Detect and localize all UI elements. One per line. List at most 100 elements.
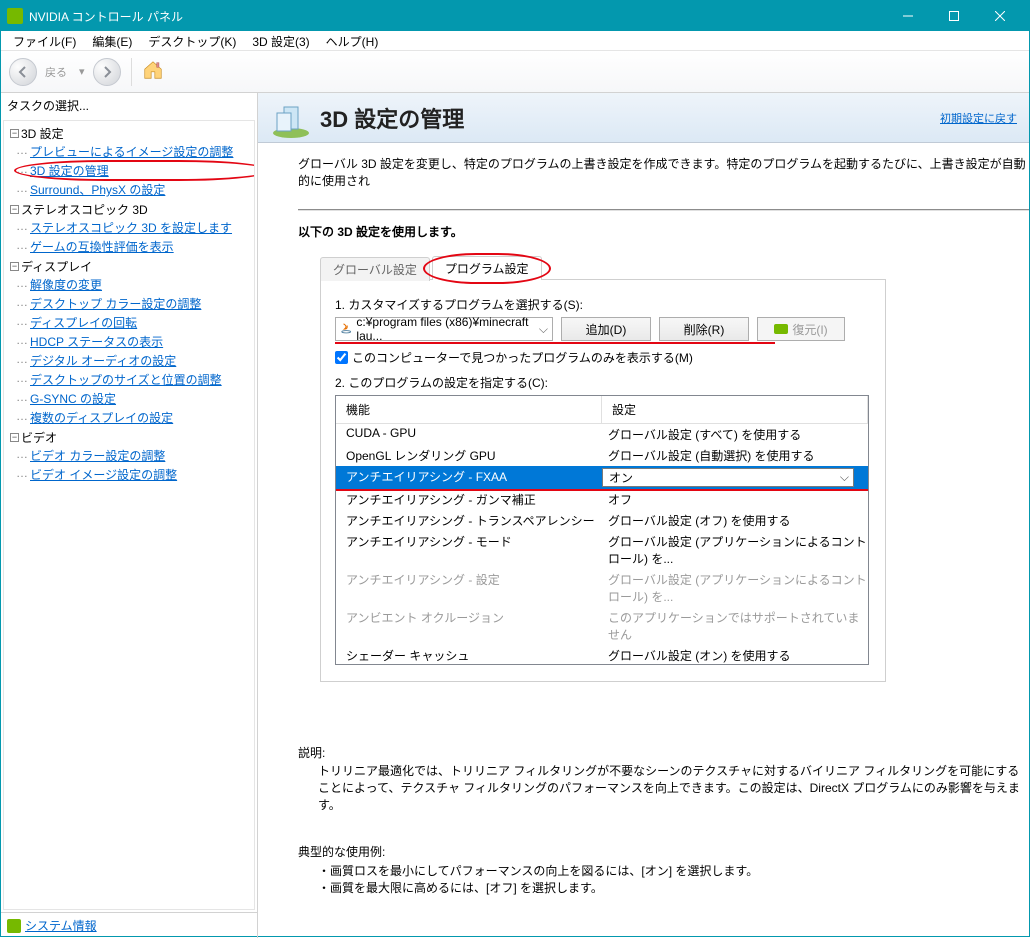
- menu-file[interactable]: ファイル(F): [5, 31, 84, 50]
- show-found-only-input[interactable]: [335, 351, 348, 364]
- feature-cell: アンチエイリアシング - モード: [336, 533, 602, 567]
- tree-link[interactable]: ステレオスコピック 3D を設定します: [30, 218, 252, 237]
- table-row[interactable]: アンチエイリアシング - モードグローバル設定 (アプリケーションによるコントロ…: [336, 531, 868, 569]
- home-button[interactable]: [142, 59, 164, 84]
- setting-cell: グローバル設定 (自動選択) を使用する: [602, 447, 868, 464]
- program-path: c:¥program files (x86)¥minecraft lau...: [356, 315, 534, 343]
- table-row[interactable]: アンビエント オクルージョンこのアプリケーションではサポートされていません: [336, 607, 868, 645]
- feature-cell: アンチエイリアシング - ガンマ補正: [336, 491, 602, 508]
- setting-cell: オフ: [602, 491, 868, 508]
- feature-cell: アンチエイリアシング - トランスペアレンシー: [336, 512, 602, 529]
- nav-divider: [131, 58, 132, 86]
- chevron-down-icon: ⌵: [539, 322, 548, 337]
- feature-cell: アンチエイリアシング - 設定: [336, 571, 602, 605]
- menubar: ファイル(F) 編集(E) デスクトップ(K) 3D 設定(3) ヘルプ(H): [1, 31, 1029, 51]
- setting-cell: グローバル設定 (アプリケーションによるコントロール) を...: [602, 533, 868, 567]
- tree-category[interactable]: −ビデオ: [10, 429, 252, 446]
- minimize-button[interactable]: [885, 1, 931, 31]
- sidebar-footer: システム情報: [1, 912, 257, 938]
- page-icon: [270, 97, 312, 139]
- content: 3D 設定の管理 初期設定に戻す グローバル 3D 設定を変更し、特定のプログラ…: [258, 93, 1029, 938]
- remove-button[interactable]: 削除(R): [659, 317, 749, 341]
- close-button[interactable]: [977, 1, 1023, 31]
- tree-category[interactable]: −ステレオスコピック 3D: [10, 201, 252, 218]
- setting-cell: グローバル設定 (オフ) を使用する: [602, 512, 868, 529]
- tree-link[interactable]: ビデオ イメージ設定の調整: [30, 465, 252, 484]
- collapse-icon[interactable]: −: [10, 205, 19, 214]
- tree-link[interactable]: 複数のディスプレイの設定: [30, 408, 252, 427]
- collapse-icon[interactable]: −: [10, 262, 19, 271]
- setting-cell[interactable]: オン⌵: [602, 468, 854, 487]
- desc-text: トリリニア最適化では、トリリニア フィルタリングが不要なシーンのテクスチャに対す…: [298, 763, 1029, 813]
- table-row[interactable]: OpenGL レンダリング GPUグローバル設定 (自動選択) を使用する: [336, 445, 868, 466]
- task-select-label: タスクの選択...: [1, 93, 257, 118]
- back-dropdown[interactable]: ▾: [79, 65, 85, 78]
- nvidia-icon: [774, 324, 788, 334]
- highlight-underline: [335, 342, 775, 344]
- table-row[interactable]: アンチエイリアシング - トランスペアレンシーグローバル設定 (オフ) を使用す…: [336, 510, 868, 531]
- usage-heading: 典型的な使用例:: [298, 843, 1029, 860]
- restore-defaults-link[interactable]: 初期設定に戻す: [940, 110, 1017, 126]
- setting-cell: グローバル設定 (アプリケーションによるコントロール) を...: [602, 571, 868, 605]
- menu-3d[interactable]: 3D 設定(3): [244, 31, 317, 50]
- setting-cell: グローバル設定 (すべて) を使用する: [602, 426, 868, 443]
- menu-desktop[interactable]: デスクトップ(K): [140, 31, 244, 50]
- feature-cell: シェーダー キャッシュ: [336, 647, 602, 664]
- back-button[interactable]: [9, 58, 37, 86]
- nvidia-icon: [7, 8, 23, 24]
- restore-button[interactable]: 復元(I): [757, 317, 845, 341]
- menu-edit[interactable]: 編集(E): [84, 31, 140, 50]
- chevron-down-icon: ⌵: [840, 470, 849, 485]
- add-button[interactable]: 追加(D): [561, 317, 651, 341]
- forward-button[interactable]: [93, 58, 121, 86]
- system-info-link[interactable]: システム情報: [25, 917, 97, 934]
- content-header: 3D 設定の管理 初期設定に戻す: [258, 93, 1029, 143]
- java-icon: [340, 322, 352, 336]
- feature-cell: アンチエイリアシング - FXAA: [336, 468, 602, 487]
- tree-link[interactable]: プレビューによるイメージ設定の調整: [30, 142, 252, 161]
- maximize-button[interactable]: [931, 1, 977, 31]
- tree-link[interactable]: 3D 設定の管理: [30, 161, 252, 180]
- page-title: 3D 設定の管理: [320, 102, 940, 134]
- tree-link[interactable]: HDCP ステータスの表示: [30, 332, 252, 351]
- tree-link[interactable]: Surround、PhysX の設定: [30, 180, 252, 199]
- sidebar: タスクの選択... −3D 設定プレビューによるイメージ設定の調整3D 設定の管…: [1, 93, 258, 938]
- tree-category[interactable]: −ディスプレイ: [10, 258, 252, 275]
- tab-panel: 1. カスタマイズするプログラムを選択する(S): c:¥program fil…: [320, 279, 886, 682]
- tree-link[interactable]: デジタル オーディオの設定: [30, 351, 252, 370]
- table-row[interactable]: CUDA - GPUグローバル設定 (すべて) を使用する: [336, 424, 868, 445]
- task-tree: −3D 設定プレビューによるイメージ設定の調整3D 設定の管理Surround、…: [3, 120, 255, 910]
- step1-label: 1. カスタマイズするプログラムを選択する(S):: [335, 296, 871, 313]
- tree-link[interactable]: デスクトップのサイズと位置の調整: [30, 370, 252, 389]
- setting-cell: グローバル設定 (オン) を使用する: [602, 647, 868, 664]
- table-row[interactable]: アンチエイリアシング - 設定グローバル設定 (アプリケーションによるコントロー…: [336, 569, 868, 607]
- tree-link[interactable]: デスクトップ カラー設定の調整: [30, 294, 252, 313]
- feature-cell: OpenGL レンダリング GPU: [336, 447, 602, 464]
- tree-category[interactable]: −3D 設定: [10, 125, 252, 142]
- settings-rows[interactable]: CUDA - GPUグローバル設定 (すべて) を使用するOpenGL レンダリ…: [336, 424, 868, 664]
- tree-link[interactable]: G-SYNC の設定: [30, 389, 252, 408]
- col-setting[interactable]: 設定: [602, 396, 868, 423]
- collapse-icon[interactable]: −: [10, 433, 19, 442]
- usage-item: 画質を最大限に高めるには、[オフ] を選択します。: [318, 879, 1029, 896]
- nvidia-icon: [7, 919, 21, 933]
- collapse-icon[interactable]: −: [10, 129, 19, 138]
- tree-link[interactable]: 解像度の変更: [30, 275, 252, 294]
- table-row[interactable]: シェーダー キャッシュグローバル設定 (オン) を使用する: [336, 645, 868, 664]
- col-feature[interactable]: 機能: [336, 396, 602, 423]
- tree-link[interactable]: ビデオ カラー設定の調整: [30, 446, 252, 465]
- tab-global[interactable]: グローバル設定: [320, 257, 430, 281]
- tab-program[interactable]: プログラム設定: [432, 256, 542, 280]
- setting-cell: このアプリケーションではサポートされていません: [602, 609, 868, 643]
- menu-help[interactable]: ヘルプ(H): [318, 31, 387, 50]
- program-select[interactable]: c:¥program files (x86)¥minecraft lau... …: [335, 317, 553, 341]
- tree-link[interactable]: ディスプレイの回転: [30, 313, 252, 332]
- table-row[interactable]: アンチエイリアシング - ガンマ補正オフ: [336, 489, 868, 510]
- tree-link[interactable]: ゲームの互換性評価を表示: [30, 237, 252, 256]
- feature-cell: CUDA - GPU: [336, 426, 602, 443]
- show-found-only-checkbox[interactable]: このコンピューターで見つかったプログラムのみを表示する(M): [335, 349, 871, 366]
- window-title: NVIDIA コントロール パネル: [29, 8, 885, 25]
- back-label: 戻る: [45, 64, 67, 80]
- feature-cell: アンビエント オクルージョン: [336, 609, 602, 643]
- table-row[interactable]: アンチエイリアシング - FXAAオン⌵: [336, 466, 868, 489]
